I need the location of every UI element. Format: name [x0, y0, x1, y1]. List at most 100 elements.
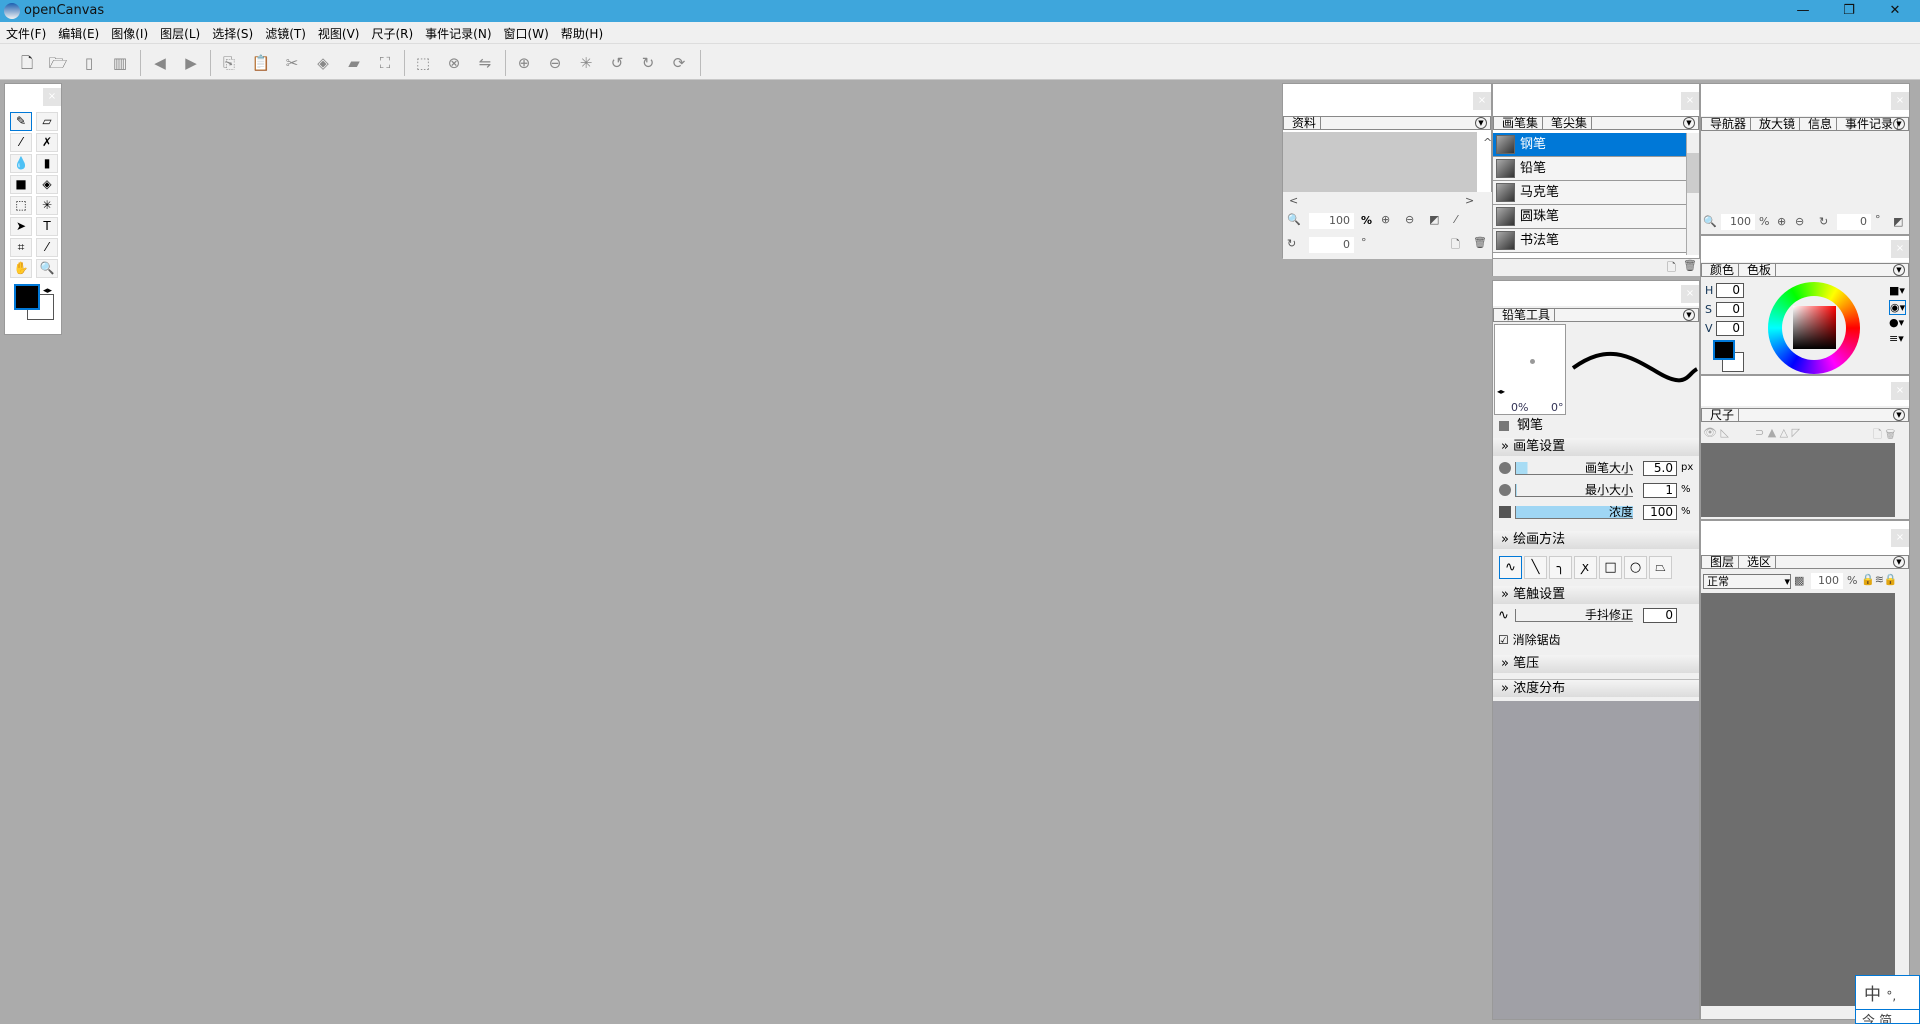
- water-tool-icon[interactable]: 💧: [10, 154, 32, 173]
- navigator-rotate-input[interactable]: 0: [1837, 214, 1871, 230]
- tab-history[interactable]: 事件记录: [1837, 118, 1899, 130]
- tab-layers[interactable]: 图层: [1702, 556, 1740, 568]
- section-pressure[interactable]: » 笔压: [1493, 655, 1699, 673]
- menu-view[interactable]: 视图(V): [312, 22, 366, 45]
- brush-item[interactable]: 书法笔: [1493, 229, 1686, 253]
- sphere-mode-icon[interactable]: ●▾: [1889, 316, 1904, 329]
- copy-icon[interactable]: ⎘: [218, 52, 240, 74]
- ime-indicator[interactable]: 中 °, 今 简: [1855, 975, 1920, 1024]
- eyedropper-icon[interactable]: ⁄: [1455, 213, 1457, 226]
- marker-tool-icon[interactable]: ▮: [36, 154, 58, 173]
- hue-wheel[interactable]: [1768, 282, 1860, 374]
- next-icon[interactable]: ▶: [180, 52, 202, 74]
- cut-icon[interactable]: ✂: [281, 52, 303, 74]
- toolbox-close-icon[interactable]: ×: [43, 88, 61, 106]
- blend-mode-select[interactable]: 正常 ▾: [1703, 574, 1791, 589]
- material-rotate-input[interactable]: 0: [1309, 237, 1354, 253]
- tab-magnifier[interactable]: 放大镜: [1751, 118, 1801, 130]
- brush-size-slider[interactable]: 画笔大小: [1515, 462, 1633, 475]
- polyline-icon[interactable]: ꭗ: [1574, 556, 1597, 579]
- menu-image[interactable]: 图像(I): [105, 22, 154, 45]
- scroll-left-icon[interactable]: <: [1289, 194, 1298, 207]
- zoom-in-icon[interactable]: ⊕: [513, 52, 535, 74]
- menu-edit[interactable]: 编辑(E): [52, 22, 105, 45]
- hue-input[interactable]: 0: [1716, 283, 1744, 298]
- brush-item[interactable]: 钢笔: [1493, 133, 1686, 157]
- scroll-right-icon[interactable]: >: [1465, 194, 1474, 207]
- bucket-tool-icon[interactable]: ◈: [36, 175, 58, 194]
- polygon-icon[interactable]: ⏢: [1649, 556, 1672, 579]
- crop-tool-icon[interactable]: ⌗: [10, 238, 32, 257]
- save-as-icon[interactable]: ▥: [109, 52, 131, 74]
- menu-select[interactable]: 选择(S): [206, 22, 259, 45]
- rectangle-icon[interactable]: □: [1599, 556, 1622, 579]
- fit-icon[interactable]: ✳: [575, 52, 597, 74]
- zoom-out-icon[interactable]: ⊖: [1795, 215, 1804, 228]
- density-input[interactable]: 100: [1643, 505, 1677, 520]
- tab-pencil-tool[interactable]: 铅笔工具: [1494, 309, 1556, 321]
- menu-file[interactable]: 文件(F): [0, 22, 52, 45]
- section-density-distribution[interactable]: » 浓度分布: [1493, 679, 1699, 697]
- navigator-close-icon[interactable]: ×: [1891, 92, 1909, 110]
- material-close-icon[interactable]: ×: [1473, 92, 1491, 110]
- zoom-in-icon[interactable]: ⊕: [1777, 215, 1786, 228]
- stabilizer-input[interactable]: 0: [1643, 608, 1677, 623]
- pen-tool-icon[interactable]: ✎: [10, 112, 32, 131]
- antialias-checkbox[interactable]: ☑ 消除锯齿: [1498, 631, 1561, 648]
- prev-icon[interactable]: ◀: [149, 52, 171, 74]
- sv-square[interactable]: [1793, 306, 1836, 349]
- ruler-snap-icons[interactable]: ⊃ ▲ △ ◸: [1755, 426, 1800, 439]
- flip-icon[interactable]: ◩: [1893, 215, 1903, 228]
- invert-select-icon[interactable]: ⇋: [474, 52, 496, 74]
- foreground-color-swatch[interactable]: [14, 284, 40, 310]
- tab-info[interactable]: 信息: [1800, 118, 1838, 130]
- tab-tip-set[interactable]: 笔尖集: [1543, 117, 1593, 129]
- panel-menu-icon[interactable]: ▼: [1475, 117, 1487, 129]
- brush-tip-preview[interactable]: ◂▸ 0% 0°: [1494, 324, 1566, 415]
- panel-menu-icon[interactable]: ▼: [1893, 264, 1905, 276]
- ruler-scrollbar[interactable]: [1895, 443, 1909, 517]
- menu-ruler[interactable]: 尺子(R): [365, 22, 419, 45]
- slider-mode-icon[interactable]: ≡▾: [1889, 332, 1904, 345]
- tool-close-icon[interactable]: ×: [1681, 285, 1699, 303]
- ruler-close-icon[interactable]: ×: [1891, 382, 1909, 400]
- layer-scrollbar[interactable]: [1895, 593, 1909, 1006]
- airbrush-tool-icon[interactable]: ✗: [36, 133, 58, 152]
- zoom-out-icon[interactable]: ⊖: [1405, 213, 1414, 226]
- new-brush-icon[interactable]: 🗋: [1667, 259, 1676, 278]
- hand-tool-icon[interactable]: ✋: [10, 259, 32, 278]
- material-zoom-input[interactable]: 100: [1309, 213, 1354, 229]
- tab-swatches[interactable]: 色板: [1739, 264, 1777, 276]
- scroll-up-icon[interactable]: ^: [1483, 136, 1492, 149]
- panel-menu-icon[interactable]: ▼: [1893, 118, 1905, 130]
- move-tool-icon[interactable]: ➤: [10, 217, 32, 236]
- layer-opacity-input[interactable]: 100: [1811, 573, 1843, 589]
- ruler-visible-icon[interactable]: 👁 ◺: [1703, 426, 1729, 439]
- new-file-icon[interactable]: 🗋: [16, 52, 38, 74]
- color-mode-icon[interactable]: ■▾: [1889, 284, 1905, 297]
- wheel-mode-icon[interactable]: ◉▾: [1889, 300, 1907, 315]
- restore-button[interactable]: ❐: [1826, 0, 1872, 22]
- marquee-tool-icon[interactable]: ⬚: [10, 196, 32, 215]
- panel-menu-icon[interactable]: ▼: [1893, 556, 1905, 568]
- select-all-icon[interactable]: ⬚: [412, 52, 434, 74]
- menu-help[interactable]: 帮助(H): [555, 22, 609, 45]
- eraser-tool-icon[interactable]: ▱: [36, 112, 58, 131]
- open-icon[interactable]: 🗁: [47, 52, 69, 74]
- panel-menu-icon[interactable]: ▼: [1683, 309, 1695, 321]
- section-stroke-settings[interactable]: » 笔触设置: [1493, 586, 1699, 604]
- brush-set-close-icon[interactable]: ×: [1681, 92, 1699, 110]
- paste-icon[interactable]: 📋: [250, 52, 272, 74]
- saturation-input[interactable]: 0: [1716, 302, 1744, 317]
- tab-selection[interactable]: 选区: [1739, 556, 1777, 568]
- menu-window[interactable]: 窗口(W): [498, 22, 555, 45]
- curve-icon[interactable]: ╮: [1549, 556, 1572, 579]
- fill-icon[interactable]: ◈: [312, 52, 334, 74]
- menu-filter[interactable]: 滤镜(T): [259, 22, 312, 45]
- tab-brush-set[interactable]: 画笔集: [1494, 117, 1544, 129]
- flip-icon[interactable]: ◩: [1429, 213, 1439, 226]
- section-draw-method[interactable]: » 绘画方法: [1493, 531, 1699, 549]
- delete-material-icon[interactable]: 🗑: [1473, 236, 1487, 249]
- brush-list-scrollbar[interactable]: [1686, 133, 1699, 255]
- reset-rotate-icon[interactable]: ⟳: [668, 52, 690, 74]
